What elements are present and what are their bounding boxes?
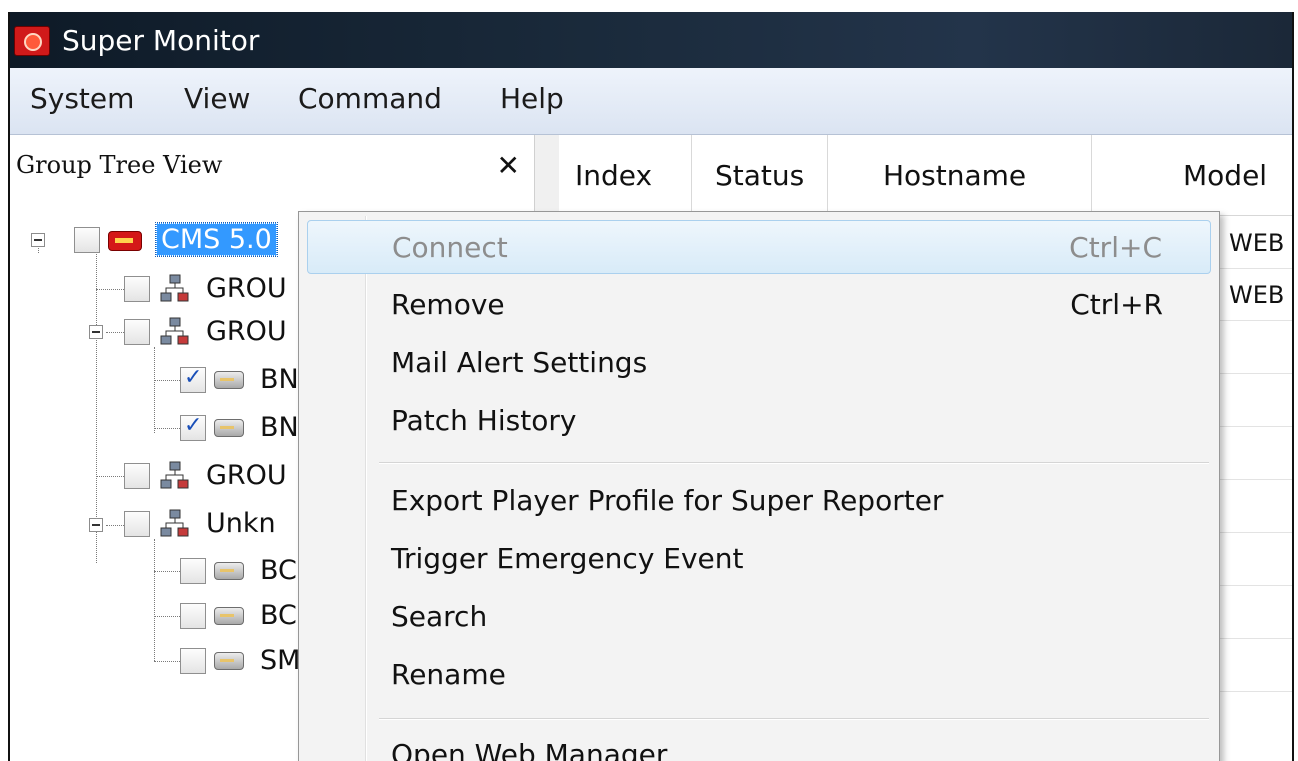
menu-item-label: Mail Alert Settings [391,346,648,379]
menu-item-label: Search [391,600,488,633]
tree-checkbox[interactable] [124,319,150,345]
device-icon [214,607,244,625]
tree-checkbox-checked[interactable] [180,365,206,393]
tree-checkbox[interactable] [180,603,206,629]
device-icon [214,419,244,437]
column-divider[interactable] [827,135,828,215]
tree-label[interactable]: CMS 5.0 [155,222,278,257]
network-icon [160,461,189,489]
menu-item-label: Remove [391,288,505,321]
tree-checkbox-checked[interactable] [180,413,206,441]
column-divider[interactable] [691,135,692,215]
tree-label[interactable]: GROU [206,460,287,491]
menu-item-label: Patch History [391,404,577,437]
menu-item-open-web-manager[interactable]: Open Web Manager [307,728,1211,761]
server-icon [108,231,142,251]
table-cell-model[interactable]: WEB [1229,229,1284,257]
menu-item-connect[interactable]: Connect Ctrl+C [307,220,1211,274]
tree-label[interactable]: BN [260,364,299,395]
table-header: Index Status Hostname Model [559,135,1292,216]
menu-item-export-player-profile[interactable]: Export Player Profile for Super Reporter [307,474,1211,528]
menu-view[interactable]: View [184,82,250,115]
menu-item-search[interactable]: Search [307,590,1211,644]
column-divider[interactable] [1091,135,1092,215]
menu-command[interactable]: Command [298,82,442,115]
network-icon [160,317,189,345]
tree-label[interactable]: SM [260,645,300,676]
tree-panel-header: Group Tree View ✕ [10,135,534,203]
menu-bar: System View Command Help [10,68,1292,135]
tree-checkbox[interactable] [180,558,206,584]
network-icon [160,509,189,537]
device-icon [214,371,244,389]
device-icon [214,562,244,580]
menu-item-label: Open Web Manager [391,738,668,761]
menu-item-patch-history[interactable]: Patch History [307,394,1211,448]
tree-panel-title: Group Tree View [16,151,223,179]
tree-label[interactable]: BC [260,555,297,586]
collapse-icon[interactable] [89,325,103,339]
menu-system[interactable]: System [30,82,134,115]
app-window: Super Monitor System View Command Help G… [8,12,1294,761]
app-icon[interactable] [14,26,50,56]
context-menu: Connect Ctrl+C Remove Ctrl+R Mail Alert … [298,211,1220,761]
collapse-icon[interactable] [89,518,103,532]
tree-checkbox[interactable] [124,511,150,537]
menu-item-mail-alert-settings[interactable]: Mail Alert Settings [307,336,1211,390]
column-header-hostname[interactable]: Hostname [883,159,1026,192]
menu-item-trigger-emergency-event[interactable]: Trigger Emergency Event [307,532,1211,586]
column-header-status[interactable]: Status [715,159,804,192]
collapse-icon[interactable] [31,233,45,247]
menu-separator [379,718,1209,720]
menu-help[interactable]: Help [500,82,564,115]
tree-checkbox[interactable] [124,463,150,489]
close-icon[interactable]: ✕ [497,149,520,182]
menu-item-label: Export Player Profile for Super Reporter [391,484,944,517]
tree-label[interactable]: GROU [206,316,287,347]
window-title: Super Monitor [62,24,260,57]
table-cell-model[interactable]: WEB [1229,281,1284,309]
column-header-index[interactable]: Index [575,159,652,192]
column-header-model[interactable]: Model [1183,159,1267,192]
tree-label[interactable]: GROU [206,273,287,304]
tree-checkbox[interactable] [74,227,100,253]
menu-item-shortcut: Ctrl+R [1070,288,1163,321]
menu-item-rename[interactable]: Rename [307,648,1211,702]
tree-label[interactable]: BN [260,412,299,443]
tree-label[interactable]: Unkn [206,508,276,539]
menu-item-label: Trigger Emergency Event [391,542,744,575]
menu-item-label: Rename [391,658,506,691]
title-bar[interactable]: Super Monitor [10,12,1292,68]
menu-item-shortcut: Ctrl+C [1069,231,1162,264]
menu-separator [379,462,1209,464]
tree-checkbox[interactable] [180,648,206,674]
tree-checkbox[interactable] [124,276,150,302]
menu-item-remove[interactable]: Remove Ctrl+R [307,278,1211,332]
menu-item-label: Connect [392,231,508,264]
network-icon [160,274,189,302]
tree-label[interactable]: BC [260,600,297,631]
device-icon [214,652,244,670]
